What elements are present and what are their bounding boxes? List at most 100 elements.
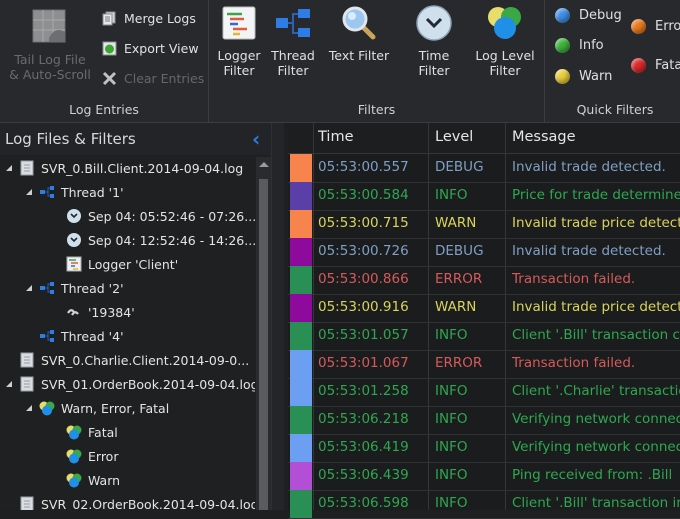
scrollbar-thumb[interactable]	[259, 179, 268, 510]
log-files-panel: Log Files & Filters ‹ SVR_0.Bill.Client.…	[0, 123, 284, 510]
tree-node-label: Sep 04: 05:52:46 - 07:26...	[88, 208, 255, 224]
tree-node[interactable]: Logger 'Client'	[66, 253, 178, 275]
tree-node[interactable]: Fatal	[66, 421, 118, 443]
log-level-cell: INFO	[435, 327, 468, 343]
merge-logs-label: Merge Logs	[124, 10, 196, 26]
row-color-swatch	[290, 238, 312, 266]
expand-triangle-icon[interactable]	[26, 405, 32, 411]
logger-filter-button[interactable]: Logger Filter	[217, 4, 261, 78]
tree-node-label: Thread '2'	[61, 280, 124, 296]
quick-filter-warn[interactable]: Warn	[555, 69, 612, 84]
row-color-swatch	[290, 490, 312, 518]
tree-node[interactable]: Warn, Error, Fatal	[26, 397, 169, 419]
column-header-level[interactable]: Level	[435, 129, 473, 145]
tail-log-button[interactable]: Tail Log File & Auto-Scroll	[8, 4, 92, 82]
log-row[interactable]: 05:53:00.557 DEBUG Invalid trade detected.	[288, 154, 680, 183]
log-message-cell: Invalid trade detected.	[512, 243, 666, 259]
thread-icon	[39, 280, 55, 296]
log-row[interactable]: 05:53:06.218 INFO Verifying network connec…	[288, 406, 680, 435]
scroll-up-arrow-icon[interactable]	[259, 162, 269, 167]
quick-filter-debug[interactable]: Debug	[555, 8, 622, 23]
quick-filter-error[interactable]: Error	[631, 19, 680, 34]
expand-triangle-icon[interactable]	[26, 285, 32, 291]
tree-node[interactable]: Thread '1'	[26, 181, 124, 203]
row-color-swatch	[290, 182, 312, 210]
tree-node-label: SVR_01.OrderBook.2014-09-04.log	[41, 376, 255, 392]
log-entries-group: Tail Log File & Auto-Scroll Merge Logs E…	[0, 0, 209, 122]
tree-node-label: SVR_02.OrderBook.2014-09-04.log	[41, 496, 255, 511]
panel-splitter[interactable]	[271, 123, 284, 510]
log-row[interactable]: 05:53:06.439 INFO Ping received from: .Bil…	[288, 462, 680, 491]
log-message-cell: Transaction failed.	[512, 355, 636, 371]
log-time-cell: 05:53:00.557	[318, 159, 409, 175]
quick-filter-info[interactable]: Info	[555, 38, 604, 53]
log-row[interactable]: 05:53:00.584 INFO Price for trade determin…	[288, 182, 680, 211]
log-message-cell: Invalid trade detected.	[512, 159, 666, 175]
tree-node[interactable]: SVR_0.Charlie.Client.2014-09-0...	[6, 349, 249, 371]
filters-group: Logger Filter Thread Filter Text Filter …	[209, 0, 545, 122]
log-level-filter-label-2: Filter	[489, 63, 521, 78]
tree-node[interactable]: Thread '4'	[26, 325, 124, 347]
log-time-cell: 05:53:01.258	[318, 383, 409, 399]
log-files-tree: SVR_0.Bill.Client.2014-09-04.log Thread '…	[0, 157, 255, 510]
expand-triangle-icon[interactable]	[6, 381, 12, 387]
tree-node[interactable]: Sep 04: 05:52:46 - 07:26...	[66, 205, 255, 227]
expand-triangle-icon[interactable]	[26, 189, 32, 195]
log-level-cell: INFO	[435, 495, 468, 511]
thread-filter-button[interactable]: Thread Filter	[271, 4, 315, 78]
row-color-swatch	[290, 378, 312, 406]
tree-node-label: SVR_0.Charlie.Client.2014-09-0...	[41, 352, 250, 368]
log-level-icon	[66, 424, 82, 440]
log-entries-grid: Time Level Message 05:53:00.557 DEBUG Inva…	[288, 123, 680, 519]
export-view-label: Export View	[124, 40, 199, 56]
tree-node[interactable]: Sep 04: 12:52:46 - 14:26...	[66, 229, 255, 251]
clock-icon	[415, 4, 453, 42]
log-entries-group-label: Log Entries	[69, 102, 139, 117]
log-message-cell: Verifying network connection	[512, 411, 680, 427]
tree-node[interactable]: SVR_01.OrderBook.2014-09-04.log	[6, 373, 255, 395]
log-row[interactable]: 05:53:00.726 DEBUG Invalid trade detected.	[288, 238, 680, 267]
log-level-filter-button[interactable]: Log Level Filter	[475, 4, 535, 78]
log-time-cell: 05:53:00.866	[318, 271, 409, 287]
quick-filter-error-label: Error	[655, 19, 680, 34]
tree-vertical-scrollbar[interactable]	[256, 157, 271, 510]
quick-filter-warn-label: Warn	[579, 69, 613, 84]
column-header-message[interactable]: Message	[512, 129, 576, 145]
expand-triangle-icon[interactable]	[6, 165, 12, 171]
time-filter-button[interactable]: Time Filter	[403, 4, 465, 78]
tree-node[interactable]: Warn	[66, 469, 120, 491]
log-level-icon	[39, 400, 55, 416]
quick-filter-fatal[interactable]: Fatal	[631, 58, 680, 73]
log-row[interactable]: 05:53:00.916 WARN Invalid trade price dete…	[288, 294, 680, 323]
magnifier-icon	[340, 4, 378, 42]
log-row[interactable]: 05:53:01.258 INFO Client '.Charlie' transa…	[288, 378, 680, 407]
tree-node[interactable]: Error	[66, 445, 118, 467]
text-filter-button[interactable]: Text Filter	[327, 4, 391, 63]
tree-node[interactable]: SVR_02.OrderBook.2014-09-04.log	[6, 493, 255, 510]
log-row[interactable]: 05:53:01.057 INFO Client '.Bill' transacti…	[288, 322, 680, 351]
log-level-cell: INFO	[435, 187, 468, 203]
export-view-button[interactable]: Export View	[102, 39, 199, 57]
tree-node[interactable]: Thread '2'	[26, 277, 124, 299]
clock-icon	[66, 232, 82, 248]
row-color-swatch	[290, 322, 312, 350]
log-message-cell: Invalid trade price detected	[512, 299, 680, 315]
row-color-swatch	[290, 266, 312, 294]
clear-entries-button[interactable]: Clear Entries	[102, 69, 204, 87]
log-row[interactable]: 05:53:01.067 ERROR Transaction failed.	[288, 350, 680, 379]
log-row[interactable]: 05:53:00.715 WARN Invalid trade price dete…	[288, 210, 680, 239]
log-row[interactable]: 05:53:00.866 ERROR Transaction failed.	[288, 266, 680, 295]
column-header-time[interactable]: Time	[318, 129, 354, 145]
merge-logs-button[interactable]: Merge Logs	[102, 9, 196, 27]
tree-node[interactable]: '19384'	[66, 301, 135, 323]
ribbon-toolbar: Tail Log File & Auto-Scroll Merge Logs E…	[0, 0, 680, 123]
tree-node-label: SVR_0.Bill.Client.2014-09-04.log	[41, 160, 244, 176]
log-row[interactable]: 05:53:06.598 INFO Client '.Bill' transacti…	[288, 490, 680, 519]
log-row[interactable]: 05:53:06.419 INFO Verifying network connec…	[288, 434, 680, 463]
tree-node[interactable]: SVR_0.Bill.Client.2014-09-04.log	[6, 157, 243, 179]
tree-node-label: Thread '4'	[61, 328, 124, 344]
error-dot-icon	[631, 19, 646, 34]
row-color-swatch	[290, 350, 312, 378]
log-message-cell: Transaction failed.	[512, 271, 636, 287]
collapse-panel-chevron-left-icon[interactable]: ‹	[252, 127, 260, 151]
